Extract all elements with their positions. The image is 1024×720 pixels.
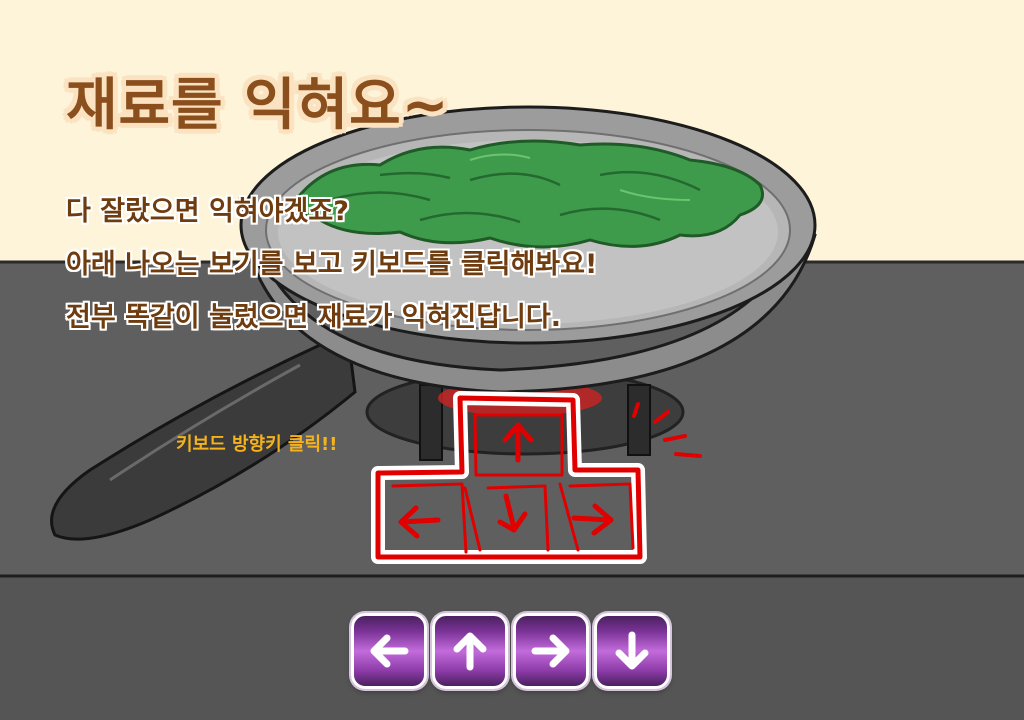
instruction-line-2: 아래 나오는 보기를 보고 키보드를 클릭해봐요!	[66, 249, 598, 280]
page-title: 재료를 익혀요~	[66, 73, 450, 138]
arrow-button-right[interactable]	[513, 613, 589, 689]
arrow-sequence	[351, 613, 670, 693]
up-arrow-icon	[453, 632, 487, 671]
left-arrow-icon	[370, 634, 409, 668]
instruction-line-3: 전부 똑같이 눌렀으면 재료가 익혀진답니다.	[66, 302, 561, 333]
arrow-button-left[interactable]	[351, 613, 427, 689]
arrow-button-up[interactable]	[432, 613, 508, 689]
arrow-button-down[interactable]	[594, 613, 670, 689]
instruction-line-1: 다 잘랐으면 익혀야겠죠?	[66, 196, 349, 227]
instructions: 다 잘랐으면 익혀야겠죠? 아래 나오는 보기를 보고 키보드를 클릭해봐요! …	[66, 185, 597, 344]
down-arrow-icon	[615, 631, 649, 670]
keyboard-hint: 키보드 방향키 클릭!!	[176, 434, 338, 455]
right-arrow-icon	[531, 634, 570, 668]
